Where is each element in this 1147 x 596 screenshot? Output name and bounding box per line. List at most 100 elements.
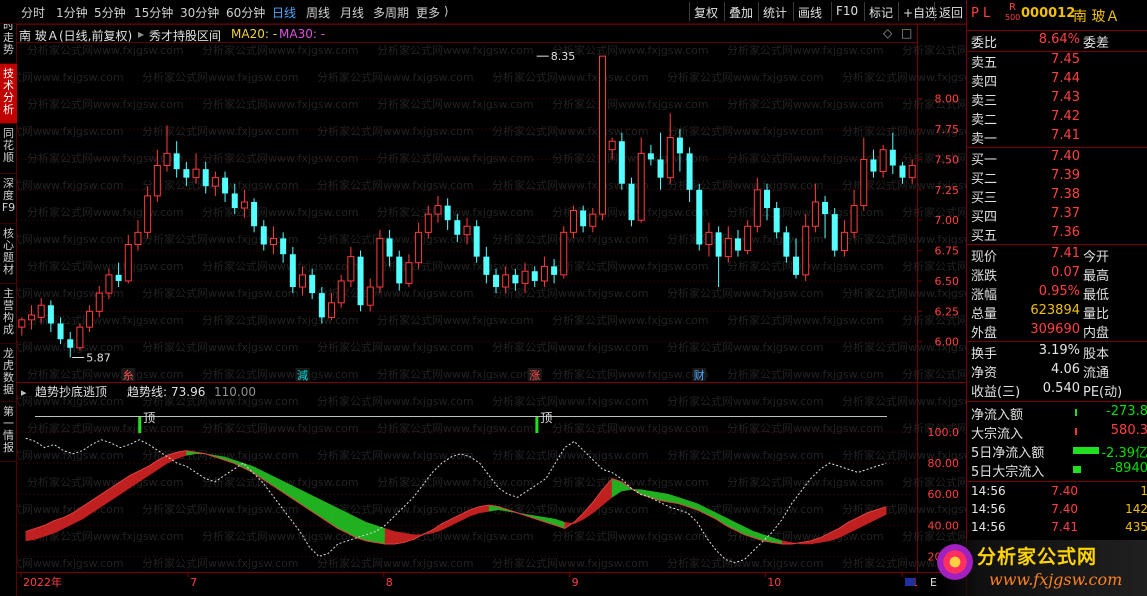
candle-body: [124, 243, 132, 282]
period-tab-5[interactable]: 60分钟: [226, 4, 265, 21]
separator: [967, 341, 1147, 342]
diamond-icon[interactable]: ◇: [883, 26, 892, 40]
stat2-label: 净资: [971, 366, 998, 381]
bid-row: 买三 7.38: [967, 187, 1147, 206]
candle-body: [483, 256, 490, 275]
watermark-text: 分析家公式网www.fxjgsw.com: [667, 124, 824, 138]
candle-body: [889, 149, 896, 166]
stat2-label2: PE(动): [1083, 385, 1123, 400]
stat-row: 总量 623894 量比: [967, 303, 1147, 322]
candle-body: [793, 256, 800, 275]
left-sidebar: 分时走势技术分析同花顺深度F9核心题材主营构成龙虎数据第一情报: [0, 0, 17, 596]
event-marker[interactable]: 減: [297, 368, 308, 382]
candle-body: [783, 232, 790, 257]
event-marker[interactable]: 涨: [529, 369, 540, 382]
stat-row: 涨幅 0.95% 最低: [967, 284, 1147, 303]
period-tab-4[interactable]: 30分钟: [180, 4, 219, 21]
candle-body: [163, 152, 171, 167]
stat-row: 现价 7.41 今开: [967, 246, 1147, 265]
more-chevron-icon[interactable]: ⟩: [444, 4, 449, 18]
watermark-text: 分析家公式网www.fxjgsw.com: [377, 367, 534, 381]
watermark-text: 分析家公式网www.fxjgsw.com: [317, 340, 474, 354]
candle-body: [18, 319, 26, 328]
period-tab-9[interactable]: 多周期: [373, 4, 409, 21]
candle-body: [598, 55, 606, 215]
y-tick-label: 7.50: [935, 153, 960, 166]
stat-label2: 量比: [1083, 307, 1110, 322]
watermark-text: 分析家公式网www.fxjgsw.com: [552, 421, 709, 435]
candle-body: [715, 232, 722, 257]
period-tab-2[interactable]: 5分钟: [94, 4, 126, 21]
candle-body: [396, 256, 403, 284]
sidebar-item-3[interactable]: 深度F9: [0, 174, 17, 224]
sidebar-item-1[interactable]: 技术分析: [0, 64, 17, 124]
period-tab-0[interactable]: 分时: [21, 4, 45, 21]
ribbon-segment: [394, 531, 405, 545]
watermark-text: 分析家公式网www.fxjgsw.com: [317, 124, 474, 138]
indicator-dropdown-icon[interactable]: ▸: [21, 386, 27, 399]
period-tab-10[interactable]: 更多: [416, 4, 440, 21]
sidebar-item-7[interactable]: 第一情报: [0, 402, 17, 462]
period-tab-8[interactable]: 月线: [340, 4, 364, 21]
toolbar-button-5[interactable]: 标记: [864, 2, 897, 21]
separator: [967, 30, 1147, 31]
watermark-text: 分析家公式网www.fxjgsw.com: [202, 367, 359, 381]
candle-body: [502, 274, 510, 288]
toolbar-button-1[interactable]: 叠加: [724, 2, 757, 21]
watermark-text: 分析家公式网www.fxjgsw.com: [317, 70, 474, 84]
watermark-text: 分析家公式网www.fxjgsw.com: [377, 97, 534, 111]
scroll-handle[interactable]: [905, 578, 915, 586]
candle-body: [337, 280, 345, 304]
tick-volume: 435: [1125, 520, 1147, 534]
period-tab-7[interactable]: 周线: [306, 4, 330, 21]
toolbar-button-2[interactable]: 统计: [758, 2, 791, 21]
event-marker[interactable]: 糸: [123, 369, 134, 382]
toolbar-button-4[interactable]: F10: [831, 2, 862, 21]
candle-body: [298, 274, 306, 288]
ask-label: 卖五: [971, 56, 998, 71]
stat-value: 7.41: [1051, 246, 1080, 261]
candle-body: [831, 214, 838, 251]
candle-body: [222, 177, 229, 194]
bid-price: 7.40: [1051, 149, 1080, 164]
sidebar-item-5[interactable]: 主营构成: [0, 284, 17, 344]
tick-price: 7.40: [1051, 484, 1078, 498]
watermark-text: 分析家公式网www.fxjgsw.com: [492, 556, 649, 570]
period-tab-1[interactable]: 1分钟: [56, 4, 88, 21]
y-tick-label: 6.00: [935, 336, 960, 349]
watermark-text: 分析家公式网www.fxjgsw.com: [317, 232, 474, 246]
y-tick-label: 7.00: [935, 214, 960, 227]
stat-label: 总量: [971, 307, 998, 322]
watermark-text: 分析家公式网www.fxjgsw.com: [27, 205, 184, 219]
flow-row: 5日大宗流入 -8940: [967, 461, 1147, 480]
price-annotation: 8.35: [551, 50, 576, 63]
flow-label: 大宗流入: [971, 427, 1024, 442]
candle-body: [551, 266, 558, 275]
y-tick-label: 6.50: [935, 275, 960, 288]
expand-icon[interactable]: □: [901, 26, 912, 40]
candle-body: [231, 193, 238, 209]
toolbar-button-3[interactable]: 画线: [793, 2, 826, 21]
watermark-text: 分析家公式网www.fxjgsw.com: [142, 286, 299, 300]
indicator-value: 73.96: [171, 385, 205, 399]
candle-body: [637, 152, 645, 221]
dropdown-icon: ▸: [138, 27, 145, 41]
sidebar-item-4[interactable]: 核心题材: [0, 224, 17, 284]
period-tab-6[interactable]: 日线: [272, 4, 296, 21]
sidebar-item-2[interactable]: 同花顺: [0, 124, 17, 174]
toolbar-button-7[interactable]: 返回: [934, 2, 967, 21]
candle-body: [802, 225, 810, 276]
y-tick-label: 80.00: [928, 457, 960, 470]
sidebar-item-6[interactable]: 龙虎数据: [0, 344, 17, 402]
watermark-text: 分析家公式网www.fxjgsw.com: [27, 259, 184, 273]
ask-label: 卖三: [971, 94, 998, 109]
ask-row: 卖二 7.42: [967, 109, 1147, 128]
event-marker[interactable]: 财: [694, 368, 705, 382]
candle-body: [686, 153, 693, 190]
period-tab-3[interactable]: 15分钟: [134, 4, 173, 21]
candle-body: [580, 210, 587, 227]
toolbar-button-0[interactable]: 复权: [689, 2, 722, 21]
watermark-text: 分析家公式网www.fxjgsw.com: [552, 259, 709, 273]
tick-time: 14:56: [971, 484, 1006, 498]
candle-body: [589, 213, 597, 227]
